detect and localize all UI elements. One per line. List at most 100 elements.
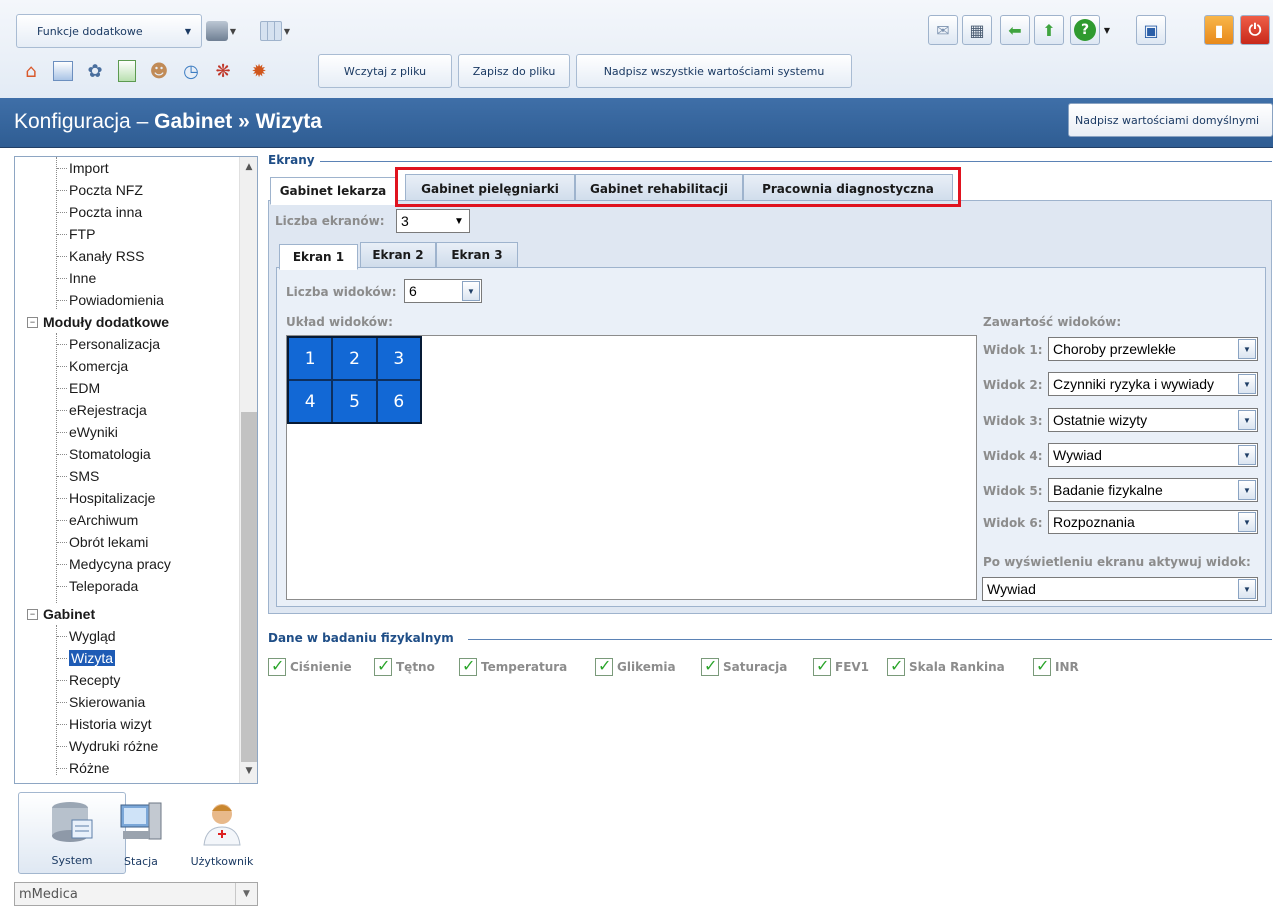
checkmark-icon[interactable] <box>701 656 719 676</box>
checkbox-glikemia[interactable]: Glikemia <box>595 656 676 676</box>
checkmark-icon[interactable] <box>1033 656 1051 676</box>
overwrite-defaults-button[interactable]: Nadpisz wartościami domyślnymi <box>1068 103 1273 137</box>
tree-item-wizyta[interactable]: Wizyta <box>57 647 115 669</box>
tree-item-wyglad[interactable]: Wygląd <box>57 625 116 647</box>
checkbox-tetno[interactable]: Tętno <box>374 656 435 676</box>
power-icon[interactable]: ⏻ <box>1240 15 1270 45</box>
checkbox-saturacja[interactable]: Saturacja <box>701 656 787 676</box>
settings-gear-icon[interactable]: ✹ <box>244 56 274 86</box>
tree-item-inne[interactable]: Inne <box>56 267 96 289</box>
tree-item-sms[interactable]: SMS <box>56 465 99 487</box>
up-arrow-icon[interactable]: ⬆ <box>1034 15 1064 45</box>
tree-item-personalizacja[interactable]: Personalizacja <box>56 333 160 355</box>
collapse-icon[interactable]: − <box>27 316 38 328</box>
tree-item-hospitalizacje[interactable]: Hospitalizacje <box>56 487 155 509</box>
checkmark-icon[interactable] <box>595 656 613 676</box>
layout-cell[interactable]: 4 <box>289 381 332 422</box>
tree-item-poczta-inna[interactable]: Poczta inna <box>56 201 142 223</box>
view-5-select[interactable]: Badanie fizykalne ▼ <box>1048 478 1258 502</box>
checkmark-icon[interactable] <box>374 656 392 676</box>
scroll-down-icon[interactable]: ▼ <box>240 763 257 779</box>
layout-cell[interactable]: 6 <box>377 381 420 422</box>
stethoscope-icon[interactable]: ✿ <box>80 56 110 86</box>
checkbox-temperatura[interactable]: Temperatura <box>459 656 567 676</box>
view-4-select[interactable]: Wywiad ▼ <box>1048 443 1258 467</box>
tab-ekran-2[interactable]: Ekran 2 <box>360 242 436 267</box>
tree-group-modules[interactable]: − Moduły dodatkowe <box>27 311 169 333</box>
tree-item-rss[interactable]: Kanały RSS <box>56 245 144 267</box>
back-arrow-icon[interactable]: ⬅ <box>1000 15 1030 45</box>
layout-cell[interactable]: 3 <box>377 338 420 379</box>
checkmark-icon[interactable] <box>887 656 905 676</box>
network-icon[interactable]: ▦ <box>962 15 992 45</box>
layout-dropdown[interactable]: ▼ <box>260 15 290 47</box>
tree-item-edm[interactable]: EDM <box>56 377 100 399</box>
view-2-label: Widok 2: <box>983 378 1043 392</box>
tree-item-teleporada[interactable]: Teleporada <box>56 575 138 597</box>
view-3-select[interactable]: Ostatnie wizyty ▼ <box>1048 408 1258 432</box>
collapse-icon[interactable]: − <box>27 608 38 620</box>
tree-item-earchiwum[interactable]: eArchiwum <box>56 509 138 531</box>
tree-item-powiadomienia[interactable]: Powiadomienia <box>57 289 164 311</box>
scrollbar-thumb[interactable] <box>241 412 257 762</box>
tree-item-skierowania[interactable]: Skierowania <box>56 691 145 713</box>
view-1-select[interactable]: Choroby przewlekłe ▼ <box>1048 337 1258 361</box>
checkmark-icon[interactable] <box>268 656 286 676</box>
save-disk-icon[interactable]: ▣ <box>1136 15 1166 45</box>
screen-count-select[interactable]: 3 ▼ <box>396 209 470 233</box>
tree-group-gabinet[interactable]: − Gabinet <box>27 603 95 625</box>
patients-icon[interactable]: ☻ <box>144 56 174 86</box>
tree-item-stomatologia[interactable]: Stomatologia <box>57 443 151 465</box>
views-layout-grid[interactable]: 1 2 3 4 5 6 <box>287 336 422 424</box>
checkbox-skala-rankina[interactable]: Skala Rankina <box>887 656 1005 676</box>
chevron-down-icon[interactable]: ▼ <box>1100 15 1114 45</box>
tree-item-komercja[interactable]: Komercja <box>56 355 128 377</box>
tree-item-ewyniki[interactable]: eWyniki <box>57 421 118 443</box>
tree-item-erejestracja[interactable]: eRejestracja <box>57 399 147 421</box>
views-count-select[interactable]: 6 ▼ <box>404 279 482 303</box>
registry-icon[interactable] <box>48 56 78 86</box>
mail-icon[interactable]: ✉ <box>928 15 958 45</box>
load-from-file-button[interactable]: Wczytaj z pliku <box>318 54 452 88</box>
checkmark-icon[interactable] <box>459 656 477 676</box>
tree-scrollbar[interactable]: ▲ ▼ <box>239 157 257 783</box>
checkmark-icon[interactable] <box>813 656 831 676</box>
nav-station-button[interactable]: Stacja <box>100 792 182 874</box>
database-select-value: mMedica <box>19 886 78 902</box>
layout-cell[interactable]: 1 <box>289 338 332 379</box>
tree-item-ftp[interactable]: FTP <box>56 223 95 245</box>
save-to-file-button[interactable]: Zapisz do pliku <box>458 54 570 88</box>
checkbox-fev1[interactable]: FEV1 <box>813 656 869 676</box>
overwrite-all-system-values-button[interactable]: Nadpisz wszystkie wartościami systemu <box>576 54 852 88</box>
tree-item-medycyna-pracy[interactable]: Medycyna pracy <box>57 553 171 575</box>
tree-item-import[interactable]: Import <box>57 157 109 179</box>
nav-system-label: System <box>51 854 93 867</box>
functions-dropdown[interactable]: Funkcje dodatkowe ▼ <box>16 14 202 48</box>
tree-item-obrot-lekami[interactable]: Obrót lekami <box>56 531 148 553</box>
tree-item-recepty[interactable]: Recepty <box>56 669 120 691</box>
home-icon[interactable]: ⌂ <box>16 56 46 86</box>
help-icon[interactable]: ? <box>1070 15 1100 45</box>
view-6-select[interactable]: Rozpoznania ▼ <box>1048 510 1258 534</box>
tree-item-poczta-nfz[interactable]: Poczta NFZ <box>57 179 143 201</box>
activate-view-select[interactable]: Wywiad ▼ <box>982 577 1258 601</box>
checkbox-cisnienie[interactable]: Ciśnienie <box>268 656 352 676</box>
nav-user-button[interactable]: Użytkownik <box>180 792 264 874</box>
documents-icon[interactable] <box>112 56 142 86</box>
scroll-up-icon[interactable]: ▲ <box>240 159 257 175</box>
print-dropdown[interactable]: ▼ <box>206 15 236 47</box>
tab-ekran-3[interactable]: Ekran 3 <box>436 242 518 267</box>
layout-cell[interactable]: 2 <box>333 338 376 379</box>
database-select[interactable]: mMedica ▼ <box>14 882 258 906</box>
tree-item-wydruki-rozne[interactable]: Wydruki różne <box>56 735 158 757</box>
tools-icon[interactable]: ❋ <box>208 56 238 86</box>
tab-gabinet-lekarza[interactable]: Gabinet lekarza <box>270 177 396 205</box>
view-2-select[interactable]: Czynniki ryzyka i wywiady ▼ <box>1048 372 1258 396</box>
tab-ekran-1[interactable]: Ekran 1 <box>279 244 358 270</box>
lock-icon[interactable]: ▮ <box>1204 15 1234 45</box>
tree-item-rozne[interactable]: Różne <box>56 757 109 779</box>
tree-item-historia-wizyt[interactable]: Historia wizyt <box>56 713 151 735</box>
layout-cell[interactable]: 5 <box>333 381 376 422</box>
checkbox-inr[interactable]: INR <box>1033 656 1079 676</box>
schedule-icon[interactable]: ◷ <box>176 56 206 86</box>
